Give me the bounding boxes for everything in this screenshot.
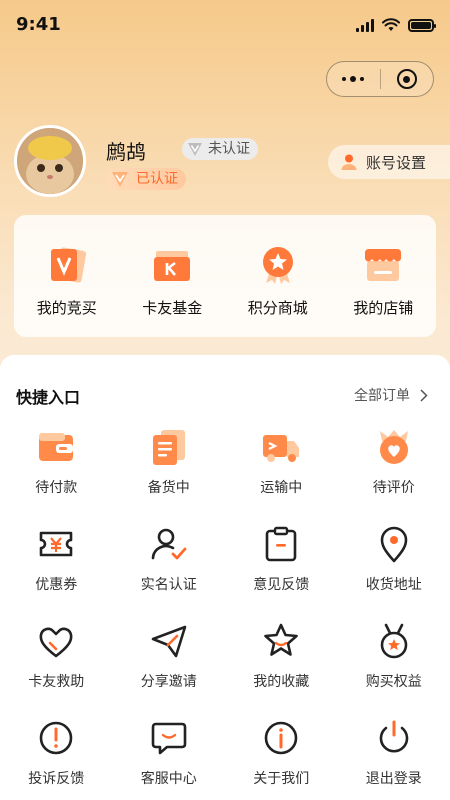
pending-review-entry[interactable]: 待评价 <box>338 427 450 524</box>
medal-icon <box>262 247 293 284</box>
status-bar: 9:41 <box>0 0 450 50</box>
shipping-address-label: 收货地址 <box>365 577 422 593</box>
customer-service-entry[interactable]: 客服中心 <box>113 718 226 800</box>
unverified-badge[interactable]: 未认证 <box>182 138 258 160</box>
in-transit-entry[interactable]: 运输中 <box>225 427 338 524</box>
info-icon <box>261 718 301 758</box>
points-mall-entry[interactable]: 积分商城 <box>225 215 331 337</box>
share-invite-entry[interactable]: 分享邀请 <box>113 621 226 718</box>
miniprogram-capsule <box>326 61 434 97</box>
battery-icon <box>408 18 436 32</box>
clipboard-icon <box>261 524 301 564</box>
pending-review-label: 待评价 <box>372 480 415 496</box>
card-fund-label: 卡友基金 <box>142 299 203 317</box>
points-mall-label: 积分商城 <box>247 299 308 317</box>
more-button[interactable] <box>327 62 380 96</box>
status-time: 9:41 <box>16 14 61 35</box>
complaint-label: 投诉反馈 <box>28 771 85 787</box>
alert-icon <box>36 718 76 758</box>
store-icon <box>365 249 402 281</box>
pending-payment-entry[interactable]: 待付款 <box>0 427 113 524</box>
location-icon <box>374 524 414 564</box>
purchase-benefits-label: 购买权益 <box>365 674 422 690</box>
verified-v-icon <box>112 172 128 187</box>
my-store-entry[interactable]: 我的店铺 <box>331 215 437 337</box>
logout-entry[interactable]: 退出登录 <box>338 718 450 800</box>
top-entries-card: 我的竞买 卡友基金 积分商城 我的店铺 <box>14 215 436 337</box>
heart-badge-icon <box>374 427 414 467</box>
cat-avatar-icon <box>17 128 83 194</box>
username: 鹧鸪 <box>106 140 146 164</box>
target-icon <box>396 69 417 89</box>
all-orders-label: 全部订单 <box>354 388 410 404</box>
shipping-address-entry[interactable]: 收货地址 <box>338 524 450 621</box>
complaint-entry[interactable]: 投诉反馈 <box>0 718 113 800</box>
power-icon <box>374 718 414 758</box>
preparing-entry[interactable]: 备货中 <box>113 427 226 524</box>
card-fund-entry[interactable]: 卡友基金 <box>120 215 226 337</box>
star-icon <box>261 621 301 661</box>
all-orders-link[interactable]: 全部订单 <box>354 385 428 405</box>
about-us-label: 关于我们 <box>253 771 310 787</box>
purchase-benefits-entry[interactable]: 购买权益 <box>338 621 450 718</box>
customer-service-label: 客服中心 <box>140 771 197 787</box>
quick-entry-grid: 待付款 备货中 运输中 待评价 优惠券 实名认证 意见反馈 收货地址 卡友救助 … <box>0 427 450 800</box>
pending-payment-label: 待付款 <box>35 480 78 496</box>
benefit-medal-icon <box>374 621 414 661</box>
real-name-auth-label: 实名认证 <box>140 577 197 593</box>
heart-outline-icon <box>36 621 76 661</box>
my-store-label: 我的店铺 <box>353 299 414 317</box>
feedback-label: 意见反馈 <box>253 577 310 593</box>
quick-entry-title: 快捷入口 <box>16 388 81 407</box>
my-favorites-label: 我的收藏 <box>253 674 310 690</box>
wallet-icon <box>36 427 76 467</box>
card-help-entry[interactable]: 卡友救助 <box>0 621 113 718</box>
signal-icon <box>356 18 374 32</box>
account-settings-button[interactable]: 账号设置 <box>328 145 450 179</box>
verified-label: 已认证 <box>136 171 178 187</box>
close-miniprogram-button[interactable] <box>381 62 434 96</box>
chat-icon <box>149 718 189 758</box>
status-icons <box>356 18 436 32</box>
card-help-label: 卡友救助 <box>28 674 85 690</box>
user-icon <box>341 154 357 170</box>
avatar[interactable] <box>14 125 86 197</box>
feedback-entry[interactable]: 意见反馈 <box>225 524 338 621</box>
share-invite-label: 分享邀请 <box>140 674 197 690</box>
verify-v-icon <box>188 143 202 156</box>
my-favorites-entry[interactable]: 我的收藏 <box>225 621 338 718</box>
chevron-right-icon <box>420 388 428 402</box>
document-icon <box>149 427 189 467</box>
send-icon <box>149 621 189 661</box>
preparing-label: 备货中 <box>147 480 190 496</box>
truck-icon <box>261 427 301 467</box>
logout-label: 退出登录 <box>365 771 422 787</box>
verified-badge[interactable]: 已认证 <box>106 168 186 190</box>
coupon-icon <box>36 524 76 564</box>
k-card-icon <box>154 251 191 281</box>
my-bids-entry[interactable]: 我的竞买 <box>14 215 120 337</box>
my-bids-label: 我的竞买 <box>36 299 97 317</box>
more-dots-icon <box>342 76 365 82</box>
quick-entry-panel: 快捷入口 全部订单 待付款 备货中 运输中 待评价 优惠券 实名认证 意见反馈 … <box>0 355 450 800</box>
in-transit-label: 运输中 <box>260 480 303 496</box>
unverified-label: 未认证 <box>208 141 250 157</box>
v-card-icon <box>50 247 86 283</box>
real-name-auth-entry[interactable]: 实名认证 <box>113 524 226 621</box>
coupon-entry[interactable]: 优惠券 <box>0 524 113 621</box>
about-us-entry[interactable]: 关于我们 <box>225 718 338 800</box>
coupon-label: 优惠券 <box>35 577 78 593</box>
user-check-icon <box>149 524 189 564</box>
wifi-icon <box>382 18 400 31</box>
account-settings-label: 账号设置 <box>366 153 427 172</box>
